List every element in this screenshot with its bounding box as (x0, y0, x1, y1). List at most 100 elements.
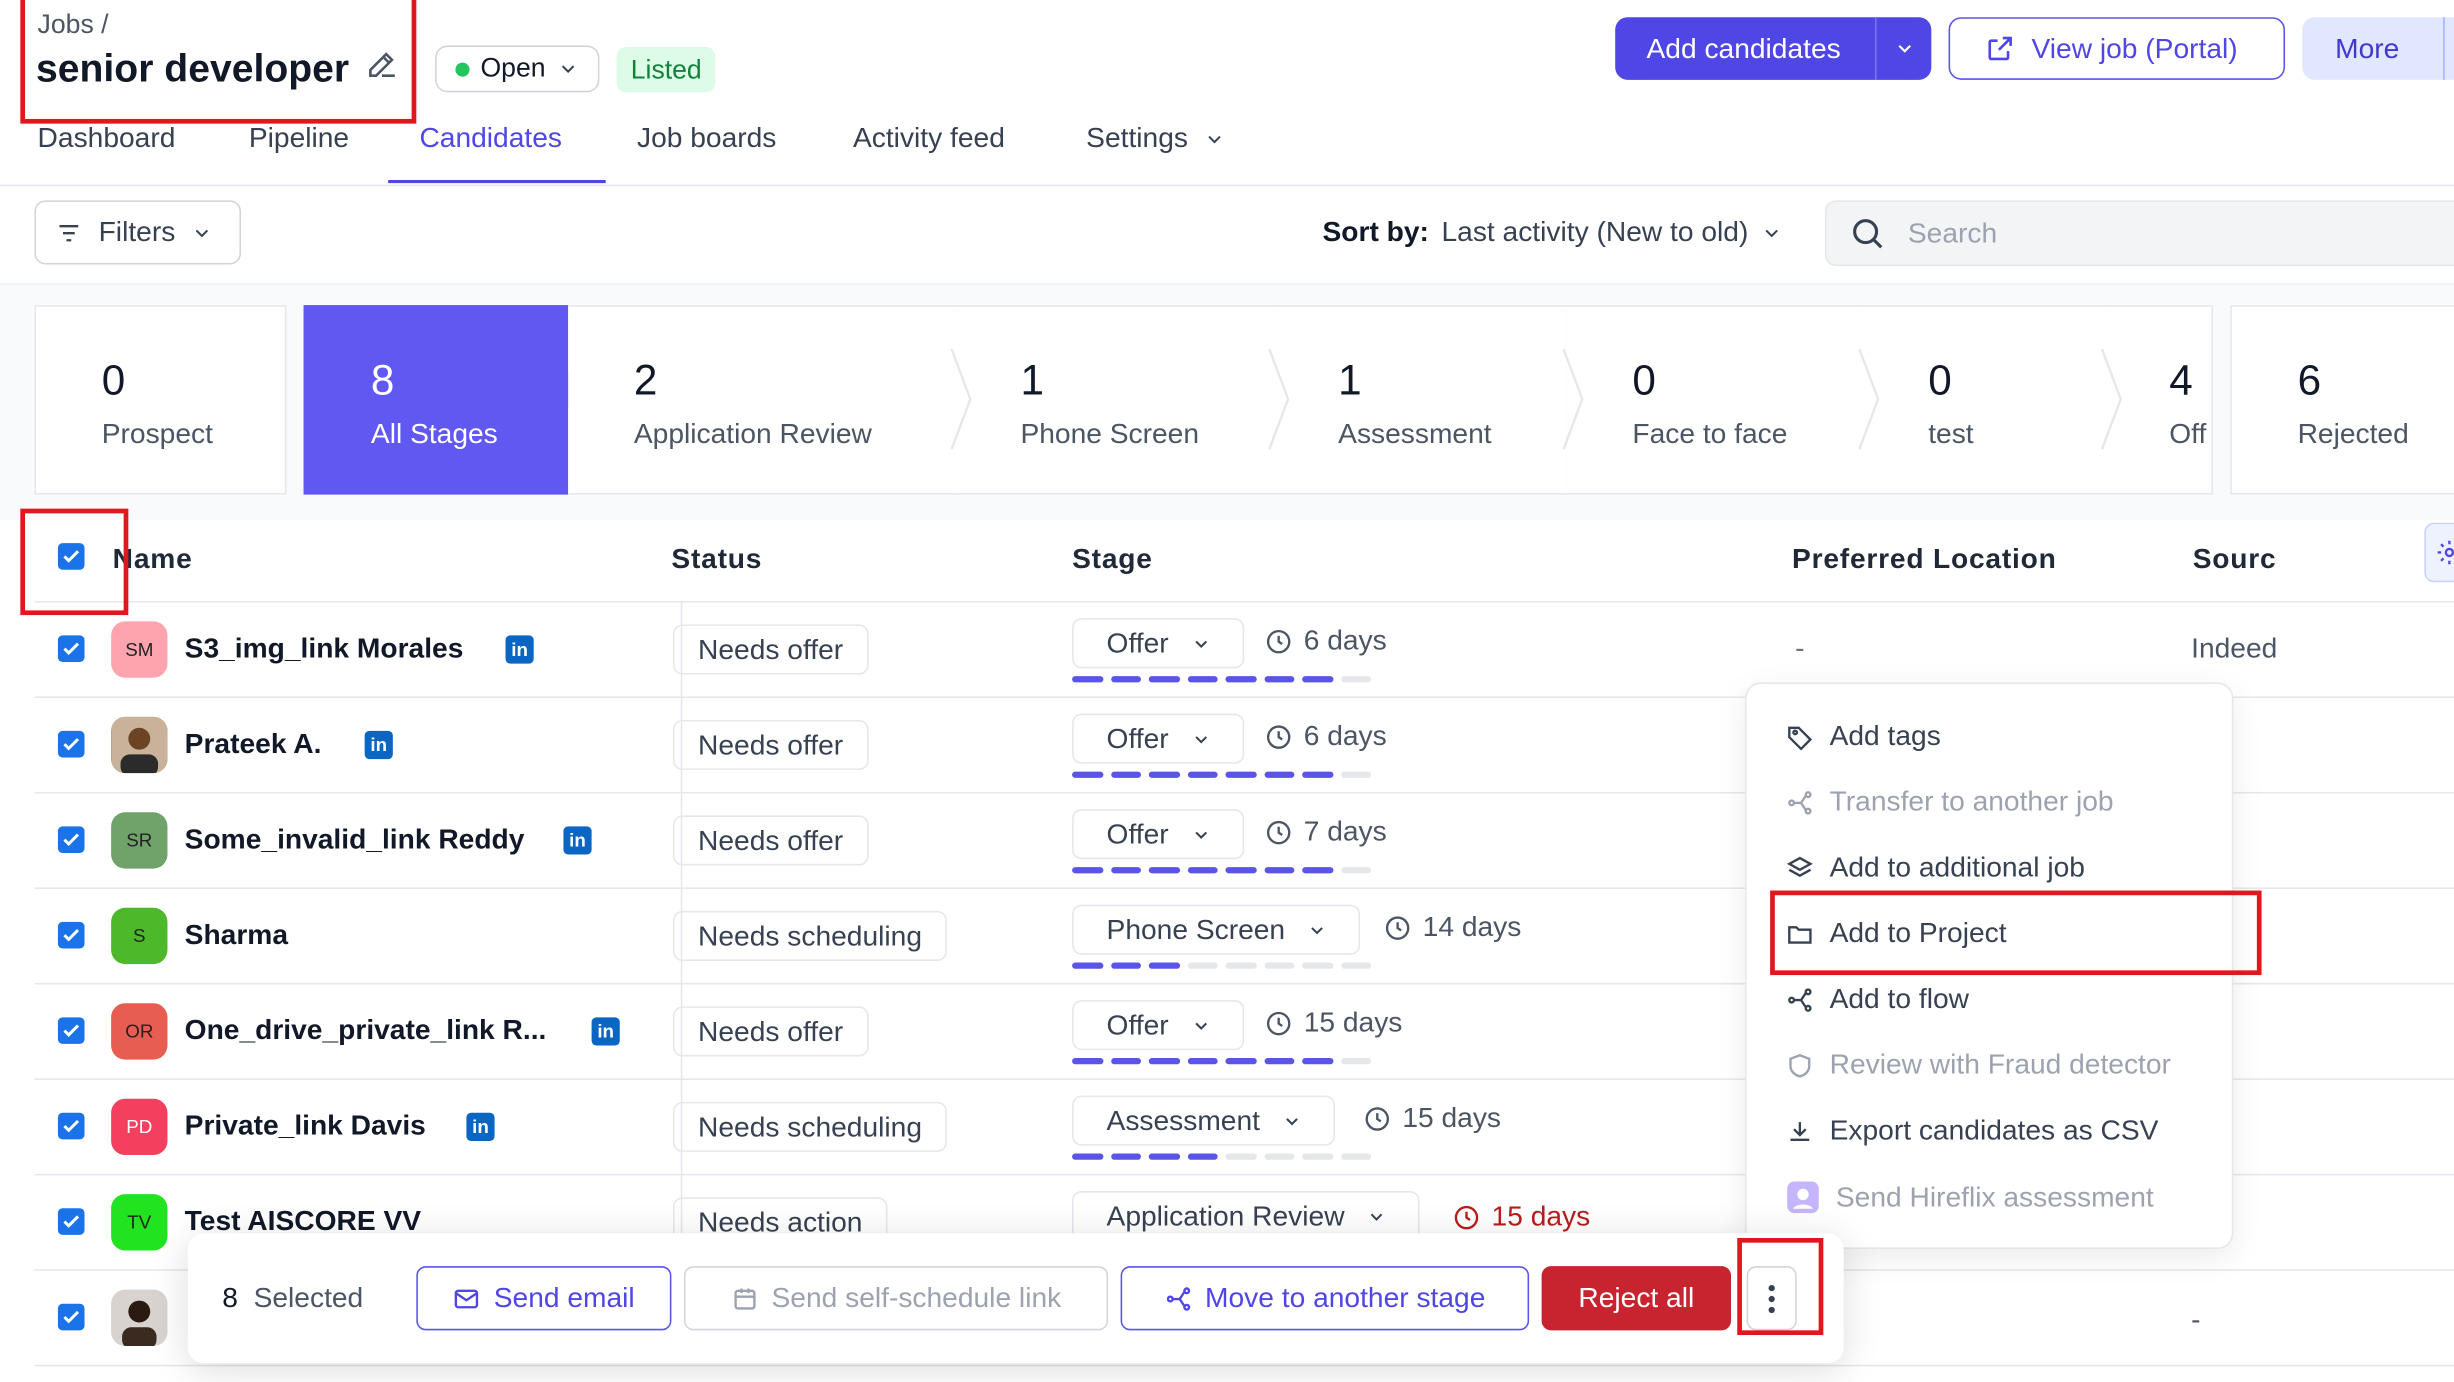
stage-dropdown[interactable]: Offer (1072, 713, 1244, 764)
candidate-name[interactable]: S3_img_link Morales (185, 632, 464, 665)
send-self-schedule-link-button[interactable]: Send self-schedule link (683, 1266, 1109, 1331)
search-input[interactable]: Search (1824, 200, 2454, 267)
linkedin-icon[interactable]: in (466, 1112, 495, 1141)
row-checkbox[interactable] (57, 1208, 85, 1235)
row-checkbox[interactable] (57, 635, 85, 663)
linkedin-icon[interactable]: in (563, 826, 592, 855)
tab-job-boards[interactable]: Job boards (637, 122, 776, 155)
row-checkbox[interactable] (57, 921, 85, 949)
candidates-page: Jobs / senior developer Open Listed Add … (0, 0, 2454, 1382)
more-actions-button[interactable] (1746, 1266, 1797, 1331)
progress-segment (1263, 962, 1295, 969)
add-candidates-dropdown[interactable] (1874, 17, 1931, 80)
menu-item-add-to-project[interactable]: Add to Project (1786, 917, 2007, 950)
breadcrumb[interactable]: Jobs / (38, 9, 109, 40)
column-header-name[interactable]: Name (113, 543, 193, 576)
column-header-stage[interactable]: Stage (1072, 543, 1153, 576)
stage-dropdown[interactable]: Offer (1072, 809, 1244, 860)
filters-label: Filters (98, 215, 176, 248)
stage-card-assessment[interactable]: 1 Assessment (1272, 305, 1569, 495)
candidate-name[interactable]: Prateek A. (185, 728, 322, 761)
avatar: SR (111, 812, 168, 869)
candidate-name[interactable]: Some_invalid_link Reddy (185, 823, 525, 856)
row-checkbox[interactable] (57, 1303, 85, 1331)
column-header-source[interactable]: Sourc (2193, 543, 2277, 576)
row-checkbox[interactable] (57, 1017, 85, 1044)
clock-icon (1454, 1205, 1479, 1229)
stage-label: Application Review (633, 417, 872, 450)
stage-card-all-stages[interactable]: 8 All Stages (303, 305, 569, 495)
menu-item-transfer-job[interactable]: Transfer to another job (1786, 786, 2114, 819)
row-checkbox[interactable] (57, 826, 85, 853)
progress-segment (1110, 962, 1141, 969)
column-settings-button[interactable] (2424, 522, 2454, 583)
sort-by-dropdown[interactable]: Sort by: Last activity (New to old) (1323, 216, 1783, 249)
progress-segment (1072, 1058, 1103, 1065)
stage-card-phone-screen[interactable]: 1 Phone Screen (954, 305, 1274, 495)
source: - (2191, 1303, 2201, 1336)
tab-candidates[interactable]: Candidates (419, 122, 562, 155)
stage-count: 6 (2297, 356, 2322, 404)
candidate-name[interactable]: One_drive_private_link R... (185, 1014, 547, 1047)
days-in-stage: 6 days (1265, 720, 1387, 753)
progress-segment (1302, 867, 1333, 874)
reject-all-button[interactable]: Reject all (1541, 1266, 1732, 1331)
progress-segment (1187, 1153, 1218, 1160)
add-candidates-label: Add candidates (1646, 32, 1841, 64)
sort-by-prefix: Sort by: (1322, 215, 1429, 248)
progress-segment (1340, 962, 1372, 969)
stage-dropdown[interactable]: Phone Screen (1072, 904, 1361, 955)
stage-dropdown[interactable]: Assessment (1072, 1095, 1336, 1146)
checkmark-icon (63, 1310, 80, 1324)
view-job-portal-button[interactable]: View job (Portal) (1948, 17, 2286, 80)
menu-item-hireflix-assessment[interactable]: Send Hireflix assessment (1786, 1180, 2154, 1214)
candidate-name[interactable]: Private_link Davis (185, 1110, 426, 1143)
linkedin-icon[interactable]: in (364, 730, 393, 760)
linkedin-icon[interactable]: in (591, 1017, 620, 1046)
row-checkbox[interactable] (57, 1112, 85, 1140)
stage-card-face-to-face[interactable]: 0 Face to face (1566, 305, 1865, 495)
job-status-dropdown[interactable]: Open (435, 45, 599, 93)
send-email-button[interactable]: Send email (416, 1266, 672, 1331)
edit-pencil-icon[interactable] (365, 47, 399, 92)
more-button[interactable]: More (2302, 17, 2454, 80)
menu-item-add-additional-job[interactable]: Add to additional job (1786, 851, 2085, 884)
days-in-stage: 14 days (1384, 911, 1521, 944)
tab-activity-feed[interactable]: Activity feed (853, 122, 1005, 155)
candidate-name[interactable]: Sharma (185, 919, 288, 952)
menu-item-label: Review with Fraud detector (1829, 1048, 2171, 1080)
stage-card-application-review[interactable]: 2 Application Review (568, 305, 957, 495)
menu-item-fraud-detector[interactable]: Review with Fraud detector (1786, 1049, 2171, 1082)
menu-item-export-csv[interactable]: Export candidates as CSV (1786, 1114, 2158, 1147)
progress-segment (1072, 867, 1103, 874)
tab-pipeline[interactable]: Pipeline (249, 122, 349, 155)
row-checkbox[interactable] (57, 730, 85, 758)
tag-icon (1788, 725, 1813, 750)
stage-dropdown[interactable]: Offer (1072, 618, 1244, 669)
tab-settings[interactable]: Settings (1086, 122, 1225, 155)
select-all-checkbox[interactable] (57, 543, 85, 570)
add-candidates-button[interactable]: Add candidates (1615, 17, 1932, 80)
menu-item-add-tags[interactable]: Add tags (1786, 720, 1941, 753)
checkmark-icon (63, 642, 80, 656)
stage-card-rejected[interactable]: 6 Rejected (2230, 305, 2454, 495)
column-header-status[interactable]: Status (671, 543, 762, 576)
more-dropdown[interactable] (2443, 17, 2454, 80)
stage-dropdown[interactable]: Offer (1072, 1000, 1244, 1051)
calendar-icon (734, 1287, 756, 1309)
transfer-nodes-icon (1788, 790, 1812, 814)
move-to-another-stage-button[interactable]: Move to another stage (1120, 1266, 1530, 1331)
linkedin-icon[interactable]: in (505, 635, 534, 664)
clock-icon (1266, 629, 1291, 653)
column-header-preferred-location[interactable]: Preferred Location (1792, 543, 2057, 576)
progress-segment (1340, 771, 1372, 778)
stage-card-prospect[interactable]: 0 Prospect (34, 305, 287, 495)
menu-item-label: Add to flow (1829, 982, 1969, 1015)
progress-segment (1340, 676, 1372, 683)
stage-progress (1072, 1058, 1372, 1065)
tab-dashboard[interactable]: Dashboard (38, 122, 176, 155)
stage-card-test[interactable]: 0 test (1862, 305, 2107, 495)
menu-item-add-to-flow[interactable]: Add to flow (1786, 983, 1969, 1016)
filters-button[interactable]: Filters (34, 200, 242, 265)
status-badge: Needs scheduling (672, 1101, 948, 1152)
